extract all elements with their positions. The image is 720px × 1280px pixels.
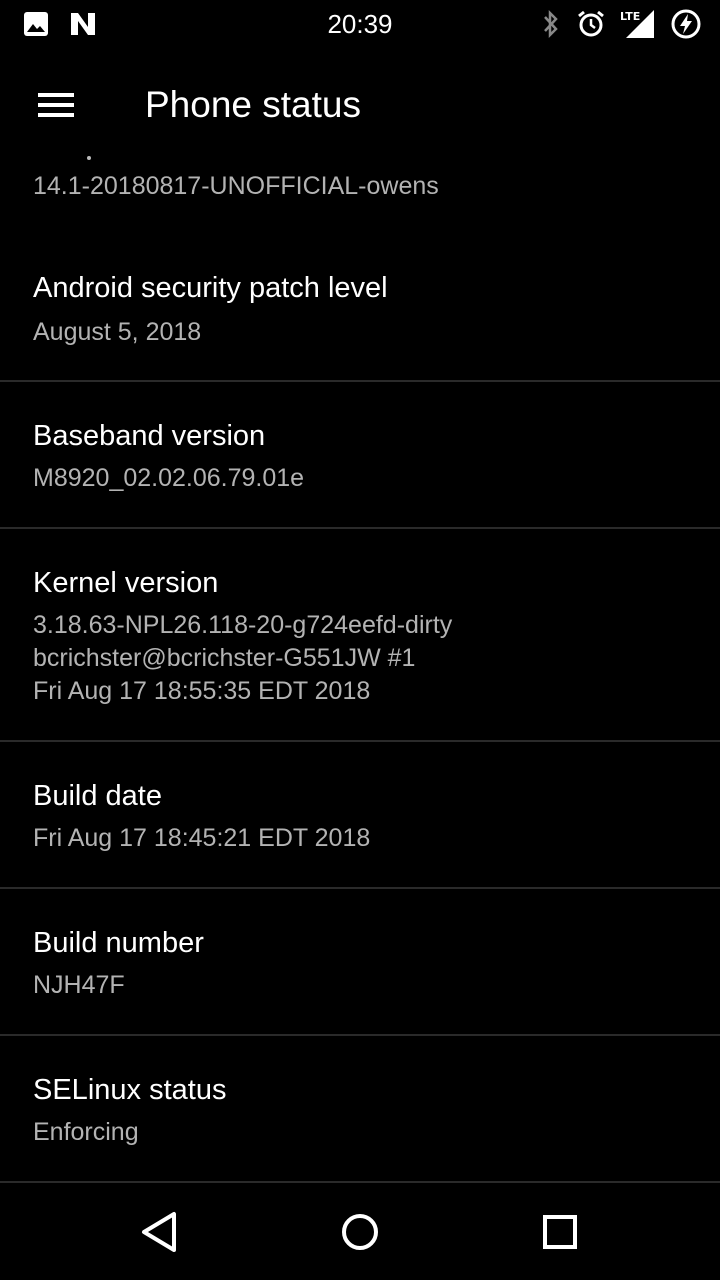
item-summary-line: Fri Aug 17 18:55:35 EDT 2018 (33, 677, 371, 705)
home-button[interactable] (330, 1202, 390, 1262)
list-item-kernel-version[interactable]: Kernel version 3.18.63-NPL26.118-20-g724… (0, 529, 720, 742)
phone-status-screen: 20:39 LTE Phone status 14.1-20180817-UNO… (0, 0, 720, 1280)
item-title: Build number (33, 927, 204, 959)
item-summary: August 5, 2018 (33, 318, 202, 346)
recents-button[interactable] (530, 1202, 590, 1262)
list-item-build-number[interactable]: Build number NJH47F (0, 889, 720, 1036)
back-button[interactable] (130, 1202, 190, 1262)
list-item-selinux-status[interactable]: SELinux status Enforcing (0, 1036, 720, 1183)
home-icon (342, 1214, 378, 1250)
settings-list[interactable]: 14.1-20180817-UNOFFICIAL-owens Android s… (0, 150, 720, 1184)
item-summary: Fri Aug 17 18:45:21 EDT 2018 (33, 824, 371, 852)
partial-item-title (33, 150, 693, 160)
item-summary-line: bcrichster@bcrichster-G551JW #1 (33, 644, 416, 672)
partial-item-summary: 14.1-20180817-UNOFFICIAL-owens (33, 172, 439, 200)
item-title: SELinux status (33, 1074, 227, 1106)
list-item-build-date[interactable]: Build date Fri Aug 17 18:45:21 EDT 2018 (0, 742, 720, 889)
item-title: Android security patch level (33, 272, 388, 304)
page-title: Phone status (145, 84, 361, 125)
item-summary: NJH47F (33, 971, 125, 999)
list-item-security-patch[interactable]: Android security patch level August 5, 2… (0, 232, 720, 382)
alarm-icon (576, 9, 606, 39)
list-item-baseband-version[interactable]: Baseband version M8920_02.02.06.79.01e (0, 382, 720, 529)
item-title: Build date (33, 780, 162, 812)
item-summary: Enforcing (33, 1118, 139, 1146)
item-title: Baseband version (33, 420, 266, 452)
item-summary: M8920_02.02.06.79.01e (33, 464, 305, 492)
navigation-bar (0, 1184, 720, 1280)
lte-label: LTE (620, 10, 640, 23)
item-title: Kernel version (33, 567, 219, 599)
recents-icon (543, 1215, 577, 1249)
back-icon (142, 1212, 176, 1252)
lte-signal-icon: LTE (620, 8, 656, 40)
menu-icon[interactable] (36, 90, 76, 120)
battery-charging-icon (670, 8, 702, 40)
item-summary-line: 3.18.63-NPL26.118-20-g724eefd-dirty (33, 611, 453, 639)
bluetooth-icon (540, 9, 562, 39)
status-bar: 20:39 LTE (0, 0, 720, 50)
app-bar: Phone status (0, 50, 720, 162)
